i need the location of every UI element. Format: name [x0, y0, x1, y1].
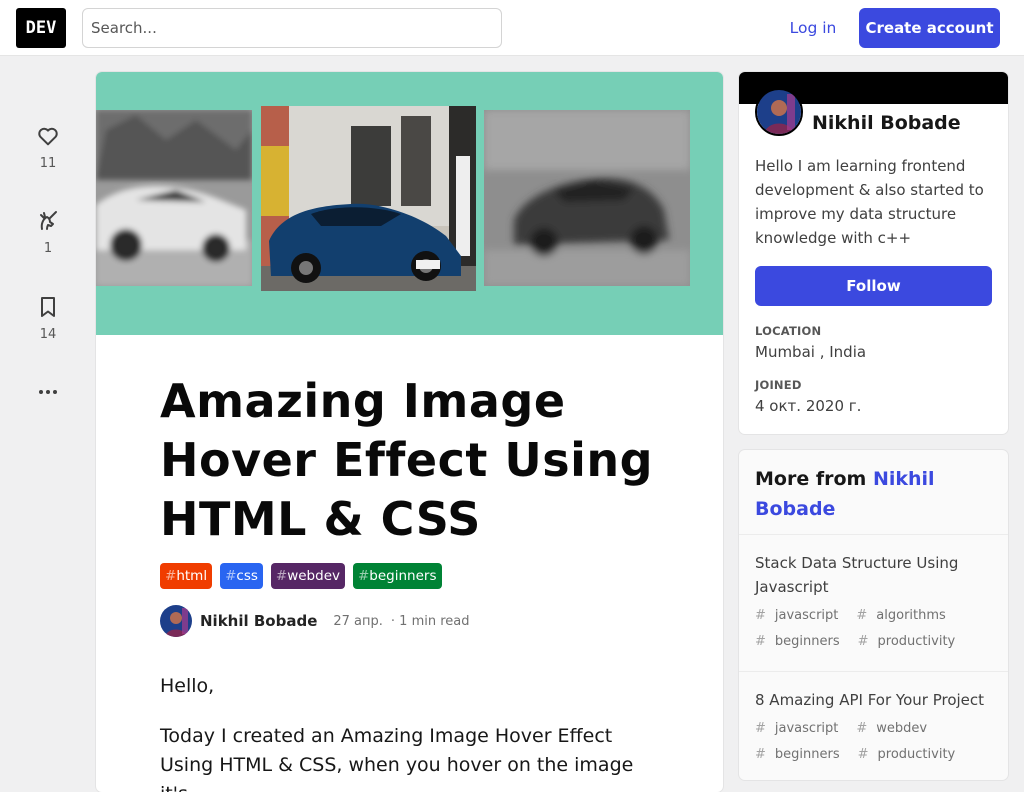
author-name[interactable]: Nikhil Bobade	[200, 612, 317, 630]
heart-count: 11	[39, 156, 57, 171]
more-from-heading: More from Nikhil Bobade	[755, 464, 995, 524]
related-post-tags: # javascript # webdev # beginners # productivit…	[755, 716, 995, 768]
post-tag[interactable]: # javascript	[755, 716, 847, 742]
more-from-prefix: More from	[755, 468, 867, 490]
top-navbar: DEV Log in Create account	[0, 0, 1024, 56]
publish-date: 27 апр.	[333, 613, 383, 629]
blurred-car-photo-left	[96, 110, 252, 286]
login-link[interactable]: Log in	[778, 8, 848, 48]
post-tag[interactable]: # beginners	[755, 742, 849, 768]
unicorn-icon	[40, 211, 57, 230]
post-tag[interactable]: # beginners	[755, 629, 849, 655]
tag-beginners[interactable]: #beginners	[352, 563, 442, 589]
joined-value: 4 окт. 2020 г.	[755, 397, 862, 415]
tag-label: html	[176, 568, 208, 584]
author-avatar[interactable]	[160, 605, 192, 637]
blue-car-photo	[261, 106, 476, 291]
tag-css[interactable]: #css	[220, 563, 263, 589]
related-post-item[interactable]: 8 Amazing API For Your Project # javascri…	[755, 688, 995, 768]
bookmark-reaction-button[interactable]: 14	[24, 295, 72, 342]
dev-logo[interactable]: DEV	[16, 8, 66, 48]
unicorn-reaction-button[interactable]: 1	[24, 209, 72, 256]
author-profile-card: Nikhil Bobade Hello I am learning fronte…	[739, 72, 1008, 434]
tag-label: css	[236, 568, 258, 584]
create-account-button[interactable]: Create account	[859, 8, 1000, 48]
article-body: Hello, Today I created an Amazing Image …	[160, 672, 660, 792]
more-from-author-card: More from Nikhil Bobade Stack Data Struc…	[739, 450, 1008, 780]
article-title: Amazing Image Hover Effect Using HTML & …	[160, 374, 654, 546]
read-time: · 1 min read	[391, 614, 470, 629]
ellipsis-icon	[39, 390, 57, 394]
tag-list: #html #css #webdev #beginners	[160, 563, 442, 589]
search-input[interactable]	[82, 8, 502, 48]
joined-label: JOINED	[755, 378, 802, 392]
article-card: Amazing Image Hover Effect Using HTML & …	[96, 72, 723, 792]
post-tag[interactable]: # algorithms	[856, 603, 954, 629]
paragraph: Hello,	[160, 675, 215, 697]
heart-reaction-button[interactable]: 11	[24, 124, 72, 171]
profile-name[interactable]: Nikhil Bobade	[812, 112, 961, 134]
bullet-separator: ·	[390, 613, 400, 629]
follow-button[interactable]: Follow	[755, 266, 992, 306]
post-tag[interactable]: # javascript	[755, 603, 847, 629]
bookmark-count: 14	[39, 327, 57, 342]
tag-webdev[interactable]: #webdev	[270, 563, 345, 589]
paragraph: Today I created an Amazing Image Hover E…	[160, 725, 634, 792]
tag-label: webdev	[287, 568, 340, 584]
more-options-button[interactable]	[24, 382, 72, 402]
byline: Nikhil Bobade 27 апр. · 1 min read	[160, 605, 470, 637]
blurred-car-photo-right	[484, 110, 690, 286]
heart-icon	[38, 127, 58, 146]
post-tag[interactable]: # productivity	[858, 742, 965, 768]
related-post-item[interactable]: Stack Data Structure Using Javascript # j…	[755, 551, 995, 655]
divider	[739, 534, 1008, 535]
bookmark-icon	[41, 297, 55, 317]
tag-label: beginners	[369, 568, 437, 584]
related-post-title: Stack Data Structure Using Javascript	[755, 554, 959, 596]
unicorn-count: 1	[43, 241, 53, 256]
profile-avatar[interactable]	[755, 88, 803, 136]
profile-bio: Hello I am learning frontend development…	[755, 157, 984, 247]
cover-image	[96, 72, 723, 335]
post-tag[interactable]: # webdev	[856, 716, 936, 742]
related-post-tags: # javascript # algorithms # beginners # product…	[755, 603, 995, 655]
divider	[739, 671, 1008, 672]
post-tag[interactable]: # productivity	[858, 629, 965, 655]
tag-html[interactable]: #html	[160, 563, 213, 589]
related-post-title: 8 Amazing API For Your Project	[755, 691, 985, 709]
location-value: Mumbai , India	[755, 343, 867, 361]
read-time-label: 1 min read	[399, 613, 470, 629]
location-label: LOCATION	[755, 324, 822, 338]
